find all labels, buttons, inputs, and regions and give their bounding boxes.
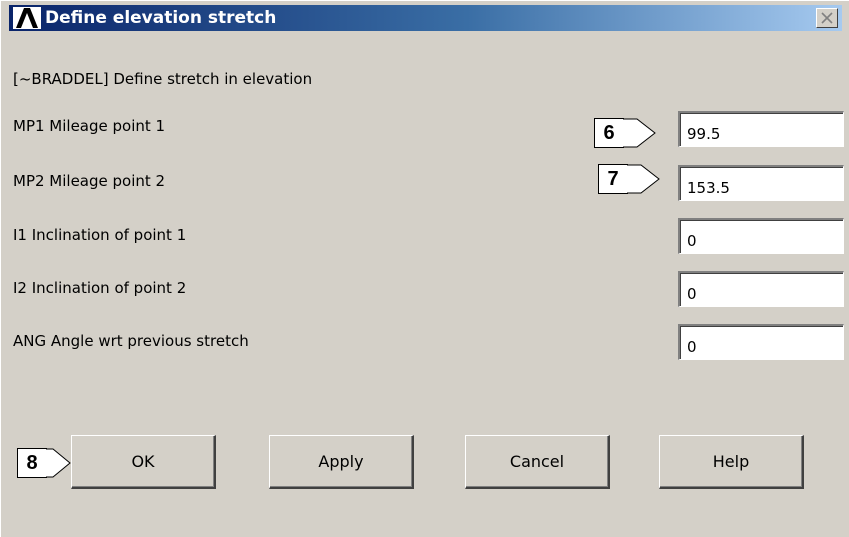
mp1-input[interactable] [678,111,844,147]
i2-label: I2 Inclination of point 2 [13,279,187,297]
i2-input[interactable] [678,271,844,307]
mp2-label: MP2 Mileage point 2 [13,172,166,190]
mp2-input[interactable] [678,165,844,201]
apply-button[interactable]: Apply [269,435,414,489]
callout-mp2-number: 7 [598,164,628,194]
callout-mp1-number: 6 [594,118,624,148]
dialog-title: Define elevation stretch [45,8,277,28]
callout-ok-number: 8 [17,448,47,478]
dialog-window: Define elevation stretch [~BRADDEL] Defi… [0,0,849,537]
help-button[interactable]: Help [659,435,804,489]
callout-arrow-icon [627,164,660,194]
cancel-button[interactable]: Cancel [465,435,610,489]
mp1-label: MP1 Mileage point 1 [13,117,166,135]
i1-input[interactable] [678,218,844,254]
i1-label: I1 Inclination of point 1 [13,226,187,244]
close-button[interactable] [816,8,838,28]
ok-button[interactable]: OK [71,435,216,489]
close-icon [821,12,833,24]
command-label: [~BRADDEL] Define stretch in elevation [13,70,313,88]
ansys-logo-icon [13,7,41,29]
ang-input[interactable] [678,324,844,360]
callout-arrow-icon [623,118,656,148]
ang-label: ANG Angle wrt previous stretch [13,332,249,350]
